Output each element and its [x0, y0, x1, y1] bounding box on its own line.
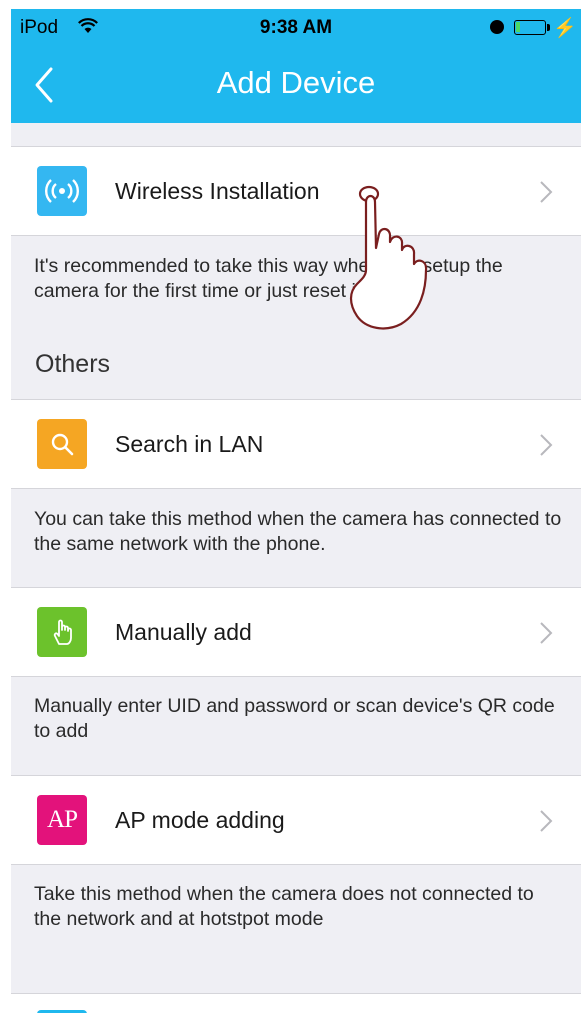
- tap-gesture-hand-icon: [349, 185, 428, 330]
- row-label: AP mode adding: [115, 807, 285, 833]
- app-screen: iPod 9:38 AM ⚡ Add Device Wireless Insta…: [11, 9, 581, 1013]
- status-bar: iPod 9:38 AM ⚡: [11, 9, 581, 49]
- wireless-installation-description: It's recommended to take this way when y…: [34, 255, 503, 302]
- section-header-others: Others: [35, 350, 111, 378]
- battery-icon: [514, 20, 546, 35]
- ap-mode-adding-row[interactable]: AP AP mode adding: [11, 775, 581, 865]
- charging-icon: ⚡: [553, 18, 577, 39]
- row-label: Wireless Installation: [115, 178, 320, 204]
- manually-add-row[interactable]: Manually add: [11, 587, 581, 677]
- row-label: Manually add: [115, 619, 252, 645]
- ap-mode-adding-description: Take this method when the camera does no…: [34, 883, 534, 930]
- manually-add-description: Manually enter UID and password or scan …: [34, 695, 555, 742]
- ap-icon-text: AP: [47, 806, 78, 833]
- alarm-icon: [490, 20, 504, 34]
- wireless-installation-row[interactable]: Wireless Installation: [11, 146, 581, 236]
- hand-pointer-icon: [37, 607, 87, 657]
- navigation-bar: iPod 9:38 AM ⚡ Add Device: [11, 9, 581, 123]
- chevron-right-icon: [540, 181, 553, 203]
- battery-tip: [547, 24, 550, 31]
- row-label: Search in LAN: [115, 431, 264, 457]
- ap-icon: AP: [37, 795, 87, 845]
- page-title: Add Device: [216, 65, 376, 100]
- chevron-right-icon: [540, 810, 553, 832]
- search-in-lan-description: You can take this method when the camera…: [34, 508, 562, 555]
- search-icon: [37, 419, 87, 469]
- chevron-right-icon: [540, 622, 553, 644]
- next-row-partial[interactable]: [11, 993, 581, 1013]
- chevron-right-icon: [540, 434, 553, 456]
- wireless-signal-icon: [37, 166, 87, 216]
- search-in-lan-row[interactable]: Search in LAN: [11, 399, 581, 489]
